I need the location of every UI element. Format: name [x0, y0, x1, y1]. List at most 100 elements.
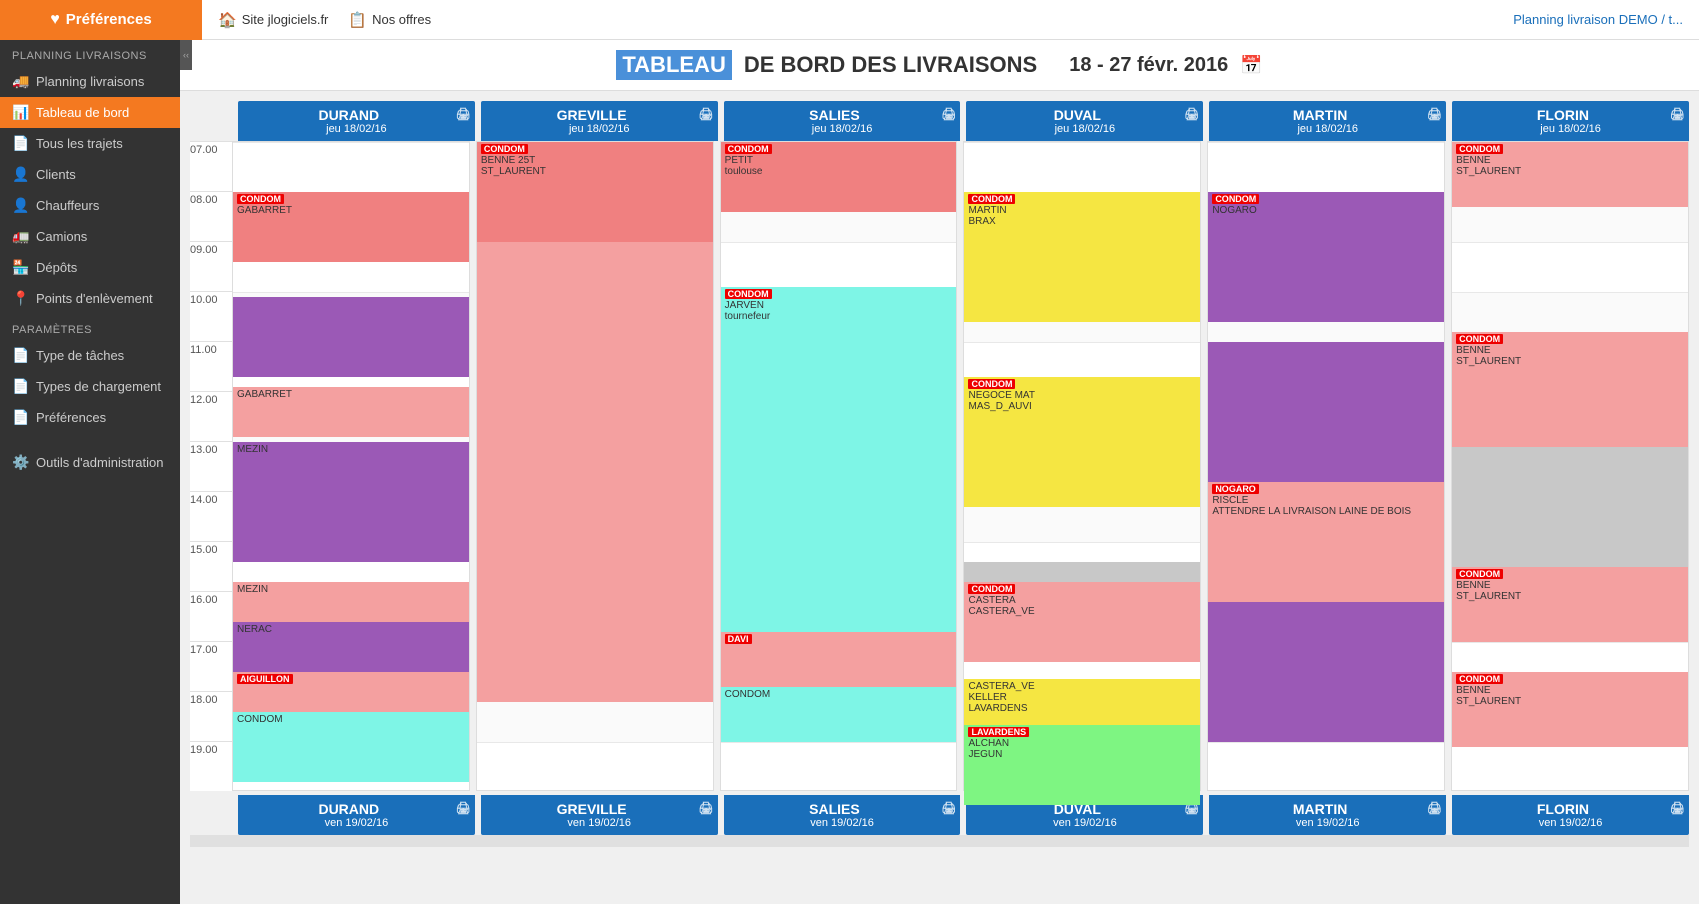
print-icon[interactable]: 🖨	[1184, 107, 1199, 121]
calendar-event[interactable]: AIGUILLON	[233, 672, 469, 712]
calendar-event[interactable]: CONDOMGABARRET	[233, 192, 469, 262]
calendar-event[interactable]: MEZIN	[233, 442, 469, 562]
calendar-event[interactable]: DAVI	[721, 632, 957, 687]
event-sublabel: CASTERA_VE	[968, 606, 1034, 617]
sidebar-tableau-label: Tableau de bord	[36, 105, 129, 120]
print-icon-bottom[interactable]: 🖨	[456, 801, 471, 815]
calendar-event[interactable]: CONDOMNOGARO	[1208, 192, 1444, 322]
driver-name: MARTIN	[1293, 107, 1347, 123]
calendar-event[interactable]	[477, 242, 713, 702]
planning-grid: 🖨DURANDjeu 18/02/16🖨GREVILLEjeu 18/02/16…	[180, 91, 1699, 904]
event-label: CONDOM	[481, 144, 528, 154]
task-icon: 📄	[12, 347, 28, 364]
topbar-nav: 🏠 Site jlogiciels.fr 📋 Nos offres	[202, 11, 1513, 29]
calendar-event[interactable]: CONDOMCASTERACASTERA_VE	[964, 582, 1200, 662]
print-icon-bottom[interactable]: 🖨	[941, 801, 956, 815]
time-slot[interactable]	[233, 142, 469, 192]
driver-columns: CONDOMGABARRETGABARRETMEZINMEZINNERACAIG…	[232, 141, 1689, 791]
driver-name-bottom: SALIES	[809, 801, 860, 817]
sidebar-item-types-chargement[interactable]: 📄 Types de chargement	[0, 371, 180, 402]
nav-offres[interactable]: 📋 Nos offres	[348, 11, 431, 29]
scrollbar[interactable]	[190, 835, 1689, 847]
calendar-event[interactable]	[233, 297, 469, 377]
calendar-event[interactable]: GABARRET	[233, 387, 469, 437]
driver-name-bottom: MARTIN	[1293, 801, 1347, 817]
time-slot[interactable]	[964, 142, 1200, 192]
time-slot[interactable]	[1208, 742, 1444, 792]
calendar-event[interactable]: MEZIN	[233, 582, 469, 622]
sidebar-item-preferences[interactable]: 📄 Préférences	[0, 402, 180, 433]
calendar-event[interactable]: CONDOMBENNEST_LAURENT	[1452, 142, 1688, 207]
sidebar-item-points[interactable]: 📍 Points d'enlèvement	[0, 283, 180, 314]
time-slot[interactable]	[1208, 142, 1444, 192]
event-sublabel: MAS_D_AUVI	[968, 401, 1031, 412]
sidebar-item-depots[interactable]: 🏪 Dépôts	[0, 252, 180, 283]
calendar-event[interactable]: CONDOMBENNEST_LAURENT	[1452, 332, 1688, 447]
time-label: 15.00	[190, 541, 232, 591]
calendar-event[interactable]	[1208, 602, 1444, 742]
sidebar-toggle[interactable]: ‹‹	[180, 40, 192, 70]
calendar-event[interactable]: CONDOMNEGOCE MATMAS_D_AUVI	[964, 377, 1200, 507]
print-icon[interactable]: 🖨	[456, 107, 471, 121]
print-icon-bottom[interactable]: 🖨	[698, 801, 713, 815]
time-label: 08.00	[190, 191, 232, 241]
event-label: CONDOM	[968, 584, 1015, 594]
print-icon[interactable]: 🖨	[698, 107, 713, 121]
nav-offres-label: Nos offres	[372, 12, 431, 27]
home-icon: 🏠	[218, 11, 237, 29]
sidebar-item-clients[interactable]: 👤 Clients	[0, 159, 180, 190]
driver-header-top: 🖨GREVILLEjeu 18/02/16	[481, 101, 718, 141]
sidebar-item-planning-livraisons[interactable]: 🚚 Planning livraisons	[0, 66, 180, 97]
pin-icon: 📍	[12, 290, 28, 307]
time-slot[interactable]	[477, 742, 713, 792]
time-label: 17.00	[190, 641, 232, 691]
calendar-event[interactable]: NERAC	[233, 622, 469, 672]
print-icon-bottom[interactable]: 🖨	[1670, 801, 1685, 815]
time-slot[interactable]	[1452, 242, 1688, 292]
sidebar-item-chauffeurs[interactable]: 👤 Chauffeurs	[0, 190, 180, 221]
calendar-picker-icon[interactable]: 📅	[1240, 55, 1262, 76]
calendar-event[interactable]: CONDOMPETITtoulouse	[721, 142, 957, 212]
calendar-event[interactable]: CONDOMJARVENtournefeur	[721, 287, 957, 487]
calendar-event[interactable]: CONDOMBENNE 25TST_LAURENT	[477, 142, 713, 242]
event-sublabel: CASTERA_VE	[968, 681, 1034, 692]
driver-headers-top: 🖨DURANDjeu 18/02/16🖨GREVILLEjeu 18/02/16…	[190, 101, 1689, 141]
event-sublabel: RISCLE	[1212, 495, 1248, 506]
driver-header-top: 🖨DURANDjeu 18/02/16	[238, 101, 475, 141]
clients-icon: 👤	[12, 166, 28, 183]
sidebar-item-type-taches[interactable]: 📄 Type de tâches	[0, 340, 180, 371]
event-sublabel: ALCHAN	[968, 738, 1009, 749]
time-slot[interactable]	[1452, 742, 1688, 792]
event-label: CONDOM	[237, 194, 284, 204]
driver-date: jeu 18/02/16	[728, 123, 957, 135]
time-slot[interactable]	[721, 242, 957, 292]
time-spacer	[190, 101, 232, 141]
calendar-event[interactable]: CONDOMMARTINBRAX	[964, 192, 1200, 322]
sidebar-item-trajets[interactable]: 📄 Tous les trajets	[0, 128, 180, 159]
driver-name: FLORIN	[1537, 107, 1589, 123]
driver-date: jeu 18/02/16	[970, 123, 1199, 135]
print-icon-bottom[interactable]: 🖨	[1427, 801, 1442, 815]
driver-column: CONDOMBENNEST_LAURENT CONDOMBENNEST_LAURE…	[1451, 141, 1689, 791]
calendar-event[interactable]: LAVARDENSALCHANJEGUN	[964, 725, 1200, 805]
time-slot[interactable]	[721, 742, 957, 792]
sidebar-item-admin[interactable]: ⚙️ Outils d'administration	[0, 447, 180, 478]
calendar-event[interactable]: CONDOM	[721, 687, 957, 742]
logo[interactable]: ♥ Préférences	[0, 0, 202, 40]
calendar-event[interactable]: CONDOMBENNEST_LAURENT	[1452, 672, 1688, 747]
print-icon[interactable]: 🖨	[941, 107, 956, 121]
sidebar-item-tableau-de-bord[interactable]: 📊 Tableau de bord	[0, 97, 180, 128]
calendar-event[interactable]: CONDOM	[233, 712, 469, 782]
calendar-event[interactable]: NOGARORISCLEATTENDRE LA LIVRAISON LAINE …	[1208, 482, 1444, 602]
time-label: 10.00	[190, 291, 232, 341]
event-label: CONDOM	[968, 379, 1015, 389]
print-icon[interactable]: 🖨	[1670, 107, 1685, 121]
sidebar-taches-label: Type de tâches	[36, 348, 124, 363]
calendar-event[interactable]	[1452, 447, 1688, 567]
event-sublabel: BRAX	[968, 216, 995, 227]
nav-site[interactable]: 🏠 Site jlogiciels.fr	[218, 11, 328, 29]
print-icon[interactable]: 🖨	[1427, 107, 1442, 121]
sidebar-item-camions[interactable]: 🚛 Camions	[0, 221, 180, 252]
driver-column: CONDOMMARTINBRAX CONDOMNEGOCE MATMAS_D_AU…	[963, 141, 1201, 791]
calendar-event[interactable]: CONDOMBENNEST_LAURENT	[1452, 567, 1688, 642]
